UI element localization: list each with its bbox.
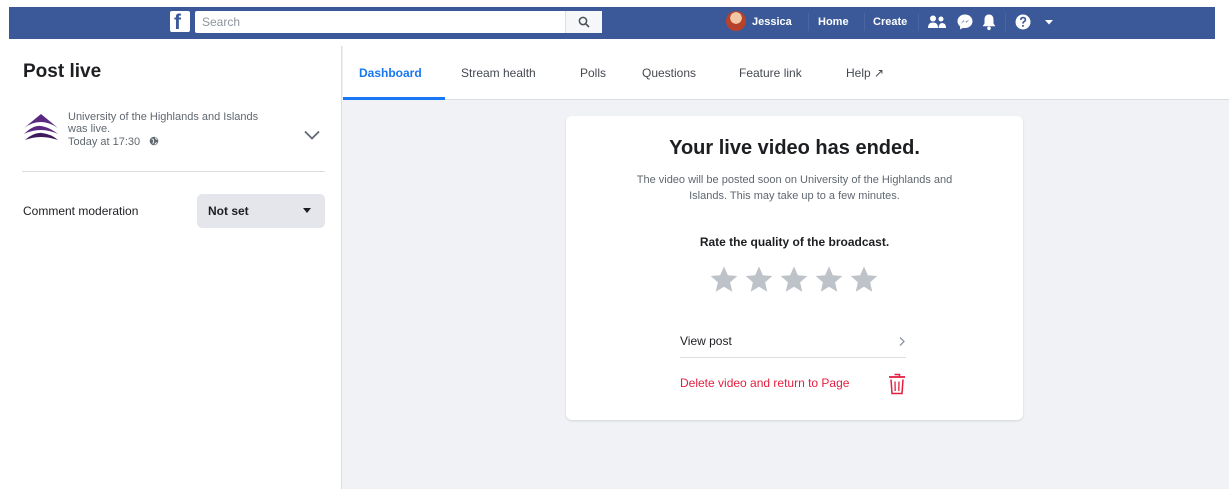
card-title: Your live video has ended.: [669, 137, 920, 159]
live-status-text: was live.: [68, 123, 111, 135]
help-icon[interactable]: [1012, 12, 1034, 32]
university-logo: [24, 114, 58, 140]
view-post-link[interactable]: View post: [680, 328, 906, 358]
card-description-line: Islands. This may take up to a few minut…: [689, 190, 900, 202]
globe-icon: [149, 136, 159, 146]
divider: [22, 171, 325, 172]
card-description-line: The video will be posted soon on Univers…: [636, 174, 953, 186]
nav-divider: [1005, 13, 1006, 31]
search-icon: [578, 16, 590, 28]
notifications-icon[interactable]: [978, 12, 1000, 32]
live-ended-card: Your live video has ended. The video wil…: [566, 116, 1023, 420]
profile-link[interactable]: Jessica: [752, 15, 792, 29]
delete-video-link[interactable]: Delete video and return to Page: [680, 372, 910, 398]
comment-moderation-value: Not set: [208, 204, 249, 218]
search-box: [195, 11, 602, 33]
post-time-text: Today at 17:30: [68, 136, 141, 148]
page-name[interactable]: University of the Highlands and Islands: [68, 111, 258, 123]
rate-quality-label: Rate the quality of the broadcast.: [699, 235, 890, 249]
top-navigation-bar: f Jessica Home Create: [0, 0, 1229, 46]
star-icon[interactable]: [778, 264, 810, 296]
tab-polls[interactable]: Polls: [580, 66, 606, 80]
tab-bar: Dashboard Stream health Polls Questions …: [343, 46, 1229, 100]
facebook-icon[interactable]: f: [170, 11, 190, 34]
post-time: Today at 17:30: [68, 136, 159, 148]
star-icon[interactable]: [813, 264, 845, 296]
active-tab-indicator: [343, 97, 445, 100]
star-icon[interactable]: [848, 264, 880, 296]
tab-questions[interactable]: Questions: [642, 66, 696, 80]
messenger-icon[interactable]: [954, 12, 976, 32]
view-post-label: View post: [680, 334, 732, 348]
tab-stream-health[interactable]: Stream health: [461, 66, 536, 80]
comment-moderation-label: Comment moderation: [23, 204, 139, 218]
create-link[interactable]: Create: [873, 15, 907, 29]
left-panel: Post live University of the Highlands an…: [0, 46, 342, 489]
delete-video-label: Delete video and return to Page: [680, 376, 850, 390]
friends-icon[interactable]: [926, 12, 948, 32]
search-input[interactable]: [202, 14, 562, 30]
tab-feature-link[interactable]: Feature link: [739, 66, 802, 80]
star-icon[interactable]: [743, 264, 775, 296]
trash-icon[interactable]: [887, 372, 907, 396]
chevron-down-icon[interactable]: [303, 129, 321, 141]
nav-divider: [918, 13, 919, 31]
nav-divider: [864, 13, 865, 31]
panel-title: Post live: [23, 61, 102, 82]
tab-dashboard[interactable]: Dashboard: [359, 66, 422, 80]
home-link[interactable]: Home: [818, 15, 849, 29]
dropdown-icon[interactable]: [1038, 12, 1060, 32]
star-rating: [708, 264, 881, 300]
card-description: The video will be posted soon on Univers…: [591, 172, 998, 204]
comment-moderation-select[interactable]: Not set: [197, 194, 325, 228]
chevron-right-icon: [899, 337, 905, 346]
nav-divider: [808, 13, 809, 31]
user-avatar[interactable]: [726, 11, 746, 31]
star-icon[interactable]: [708, 264, 740, 296]
search-button[interactable]: [565, 11, 602, 33]
tab-help[interactable]: Help ↗: [846, 66, 884, 80]
caret-down-icon: [303, 208, 311, 213]
